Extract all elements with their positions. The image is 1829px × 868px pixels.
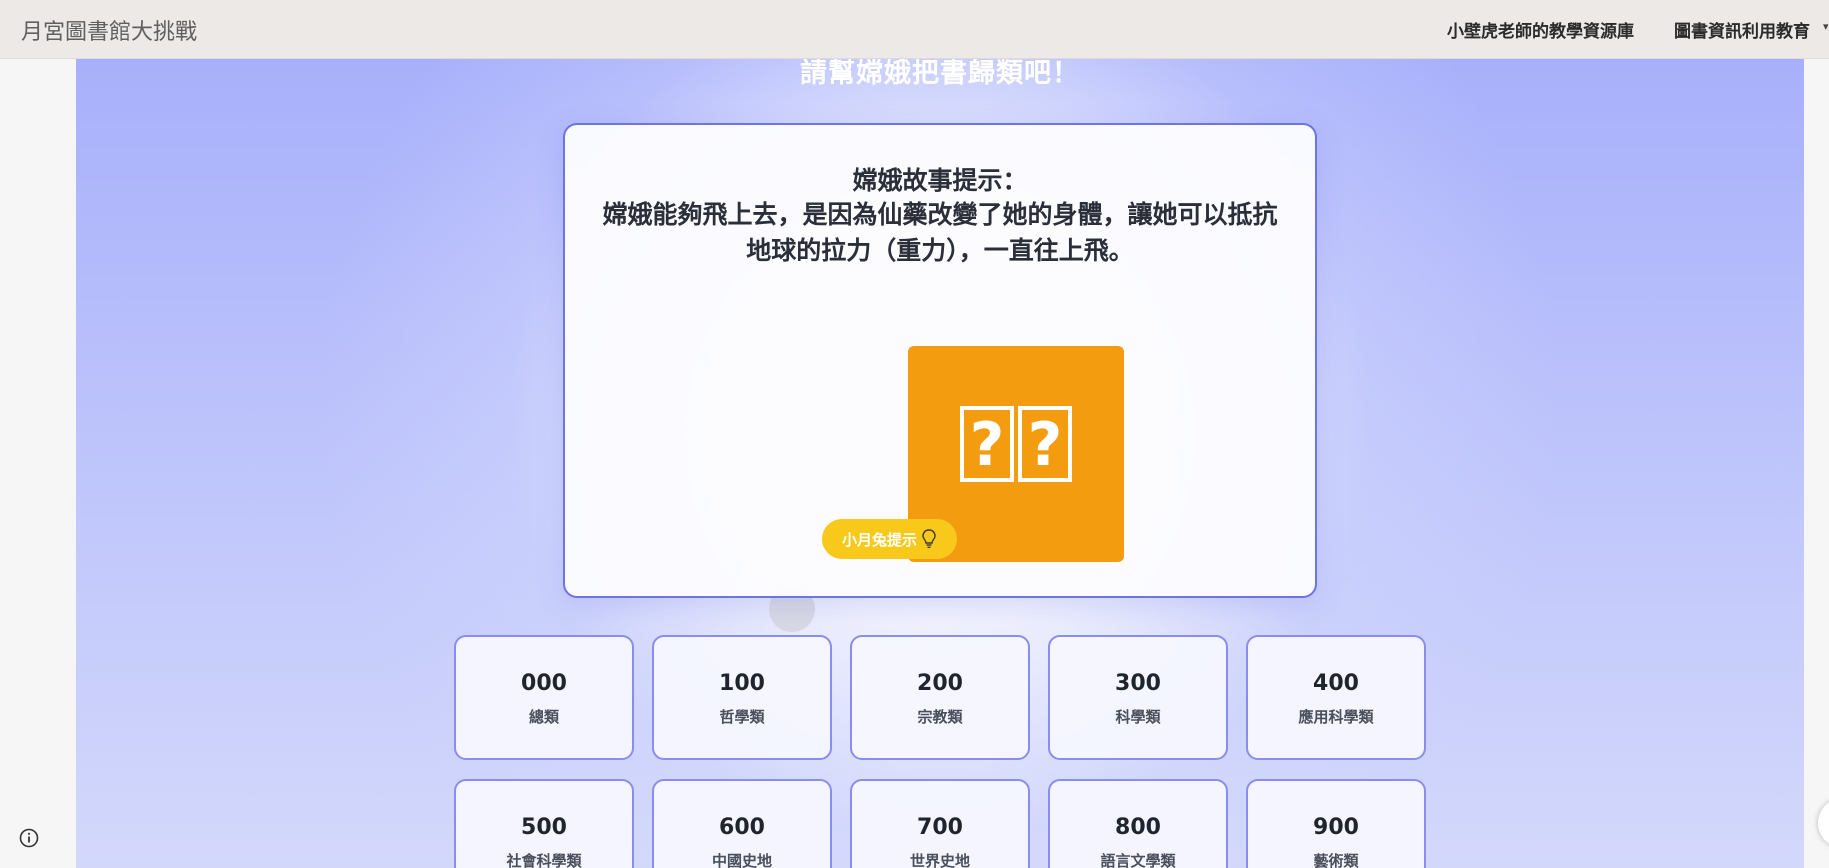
category-name: 哲學類 <box>719 708 765 726</box>
right-gutter <box>1804 59 1829 868</box>
category-name: 宗教類 <box>917 708 963 726</box>
category-name: 世界史地 <box>909 852 970 868</box>
category-code: 300 <box>1115 671 1161 696</box>
category-card-200[interactable]: 200 宗教類 <box>850 635 1030 760</box>
nav-item-teaching-resources[interactable]: 小壁虎老師的教學資源庫 <box>1447 17 1634 42</box>
category-code: 000 <box>521 671 567 696</box>
site-title[interactable]: 月宮圖書館大挑戰 <box>21 14 197 46</box>
category-code: 500 <box>521 815 567 840</box>
top-navigation-bar: 月宮圖書館大挑戰 小壁虎老師的教學資源庫 圖書資訊利用教育 ▾ <box>0 0 1829 59</box>
category-code: 200 <box>917 671 963 696</box>
missing-glyph-2: ? <box>1018 406 1072 482</box>
category-name: 語言文學類 <box>1100 852 1176 868</box>
category-name: 總類 <box>528 708 559 726</box>
chevron-down-icon[interactable]: ▾ <box>1823 20 1829 33</box>
category-card-400[interactable]: 400 應用科學類 <box>1246 635 1426 760</box>
category-code: 100 <box>719 671 765 696</box>
category-card-100[interactable]: 100 哲學類 <box>652 635 832 760</box>
category-card-900[interactable]: 900 藝術類 <box>1246 779 1426 868</box>
question-card: 嫦娥故事提示： 嫦娥能夠飛上去，是因為仙藥改變了她的身體，讓她可以抵抗地球的拉力… <box>563 123 1317 598</box>
category-code: 900 <box>1313 815 1359 840</box>
category-card-500[interactable]: 500 社會科學類 <box>454 779 634 868</box>
category-name: 社會科學類 <box>506 852 582 868</box>
category-name: 科學類 <box>1115 708 1161 726</box>
category-card-800[interactable]: 800 語言文學類 <box>1048 779 1228 868</box>
category-code: 600 <box>719 815 765 840</box>
info-icon[interactable] <box>19 828 39 848</box>
category-name: 中國史地 <box>711 852 772 868</box>
left-gutter <box>0 59 76 868</box>
hint-button-label: 小月兔提示 <box>841 530 917 549</box>
lightbulb-icon <box>922 529 936 548</box>
missing-glyph-icon: ? ? <box>908 406 1124 482</box>
category-card-700[interactable]: 700 世界史地 <box>850 779 1030 868</box>
missing-glyph-1: ? <box>960 406 1014 482</box>
rabbit-hint-button[interactable]: 小月兔提示 <box>822 519 957 559</box>
game-stage: 請幫嫦娥把書歸類吧！ 嫦娥故事提示： 嫦娥能夠飛上去，是因為仙藥改變了她的身體，… <box>76 59 1804 868</box>
category-card-600[interactable]: 600 中國史地 <box>652 779 832 868</box>
category-name: 藝術類 <box>1313 852 1359 868</box>
hint-title: 嫦娥故事提示： <box>852 166 1028 195</box>
hint-body: 嫦娥能夠飛上去，是因為仙藥改變了她的身體，讓她可以抵抗地球的拉力（重力），一直往… <box>602 200 1278 265</box>
nav-item-library-education[interactable]: 圖書資訊利用教育 <box>1674 17 1810 42</box>
category-code: 400 <box>1313 671 1359 696</box>
category-name: 應用科學類 <box>1298 708 1374 726</box>
category-card-000[interactable]: 000 總類 <box>454 635 634 760</box>
stage-heading: 請幫嫦娥把書歸類吧！ <box>800 59 1080 89</box>
category-code: 800 <box>1115 815 1161 840</box>
category-card-300[interactable]: 300 科學類 <box>1048 635 1228 760</box>
category-code: 700 <box>917 815 963 840</box>
